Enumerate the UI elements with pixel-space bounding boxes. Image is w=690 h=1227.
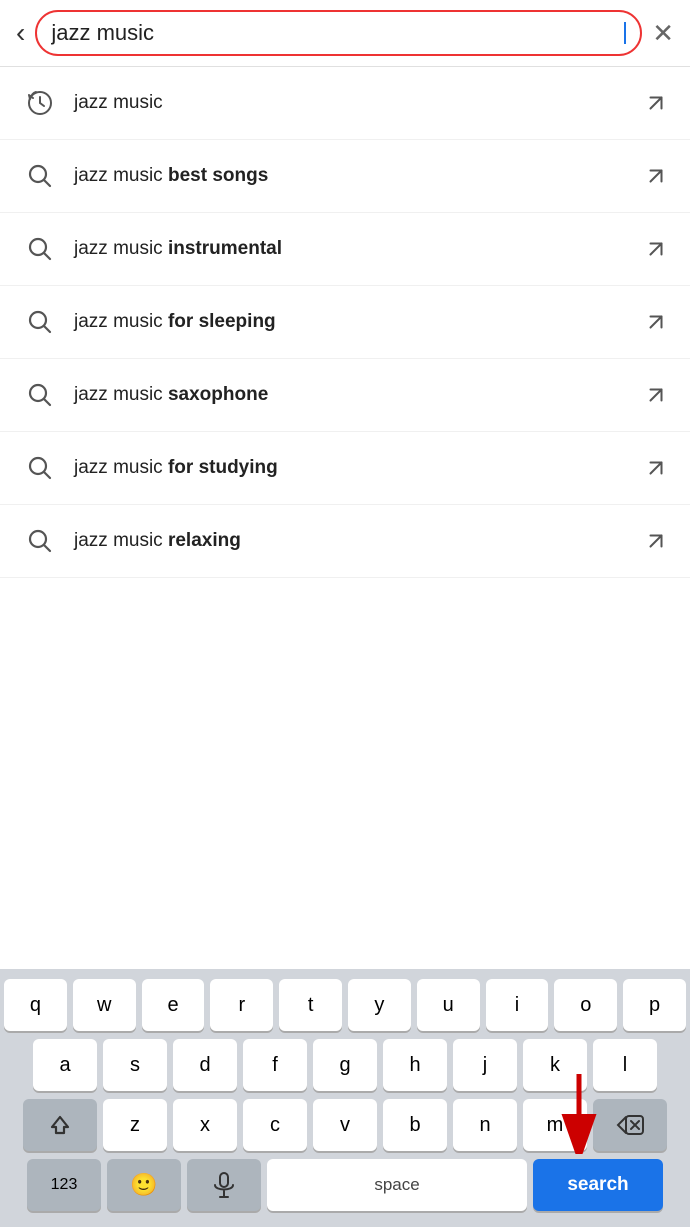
fill-arrow-1[interactable] [642,89,670,117]
fill-arrow-2[interactable] [642,162,670,190]
fill-arrow-4[interactable] [642,308,670,336]
search-oval [35,10,642,56]
key-j[interactable]: j [453,1039,517,1091]
key-f[interactable]: f [243,1039,307,1091]
fill-arrow-5[interactable] [642,381,670,409]
search-input[interactable] [51,20,623,46]
key-microphone[interactable] [187,1159,261,1211]
suggestion-text-1: jazz music [74,92,642,114]
suggestion-item-5[interactable]: jazz music saxophone [0,359,690,432]
key-g[interactable]: g [313,1039,377,1091]
search-button[interactable]: search [533,1159,663,1211]
suggestion-item-4[interactable]: jazz music for sleeping [0,286,690,359]
back-button[interactable]: ‹ [16,17,25,49]
key-l[interactable]: l [593,1039,657,1091]
suggestions-list: jazz music jazz music best songs [0,67,690,578]
suggestion-text-2: jazz music best songs [74,165,642,187]
key-shift[interactable] [23,1099,97,1151]
text-cursor [624,22,626,44]
key-m[interactable]: m [523,1099,587,1151]
key-e[interactable]: e [142,979,205,1031]
search-icon-6 [20,448,60,488]
suggestion-text-7: jazz music relaxing [74,530,642,552]
key-a[interactable]: a [33,1039,97,1091]
key-o[interactable]: o [554,979,617,1031]
key-x[interactable]: x [173,1099,237,1151]
suggestion-text-6: jazz music for studying [74,457,642,479]
key-b[interactable]: b [383,1099,447,1151]
suggestion-item-7[interactable]: jazz music relaxing [0,505,690,578]
key-r[interactable]: r [210,979,273,1031]
search-icon-3 [20,229,60,269]
fill-arrow-6[interactable] [642,454,670,482]
suggestion-item-3[interactable]: jazz music instrumental [0,213,690,286]
key-v[interactable]: v [313,1099,377,1151]
search-icon-7 [20,521,60,561]
history-icon [20,83,60,123]
close-button[interactable]: ✕ [652,18,674,49]
key-i[interactable]: i [486,979,549,1031]
suggestion-text-3: jazz music instrumental [74,238,642,260]
key-s[interactable]: s [103,1039,167,1091]
suggestion-item-6[interactable]: jazz music for studying [0,432,690,505]
fill-arrow-3[interactable] [642,235,670,263]
key-h[interactable]: h [383,1039,447,1091]
key-emoji[interactable]: 🙂 [107,1159,181,1211]
suggestion-text-5: jazz music saxophone [74,384,642,406]
key-numbers[interactable]: 123 [27,1159,101,1211]
key-k[interactable]: k [523,1039,587,1091]
key-z[interactable]: z [103,1099,167,1151]
search-bar: ‹ ✕ [0,0,690,67]
key-c[interactable]: c [243,1099,307,1151]
key-d[interactable]: d [173,1039,237,1091]
key-n[interactable]: n [453,1099,517,1151]
suggestion-text-4: jazz music for sleeping [74,311,642,333]
key-q[interactable]: q [4,979,67,1031]
key-y[interactable]: y [348,979,411,1031]
suggestion-item-history[interactable]: jazz music [0,67,690,140]
keyboard-row-2: a s d f g h j k l [4,1039,686,1091]
search-icon-5 [20,375,60,415]
search-icon-2 [20,156,60,196]
key-u[interactable]: u [417,979,480,1031]
fill-arrow-7[interactable] [642,527,670,555]
key-space[interactable]: space [267,1159,527,1211]
key-delete[interactable] [593,1099,667,1151]
keyboard: q w e r t y u i o p a s d f g h j k l z … [0,969,690,1227]
key-w[interactable]: w [73,979,136,1031]
search-input-wrapper [35,10,642,56]
key-p[interactable]: p [623,979,686,1031]
keyboard-row-3: z x c v b n m [4,1099,686,1151]
keyboard-row-1: q w e r t y u i o p [4,979,686,1031]
keyboard-row-4: 123 🙂 space search [4,1159,686,1211]
key-t[interactable]: t [279,979,342,1031]
suggestion-item-2[interactable]: jazz music best songs [0,140,690,213]
search-icon-4 [20,302,60,342]
